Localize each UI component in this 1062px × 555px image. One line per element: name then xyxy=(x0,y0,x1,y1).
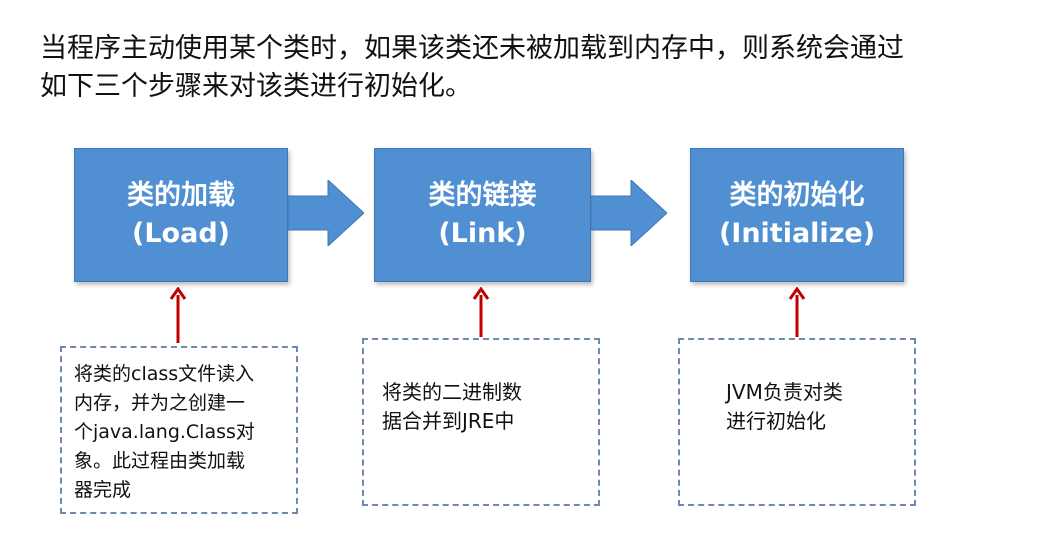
note-load: 将类的class文件读入 内存，并为之创建一 个java.lang.Class对… xyxy=(60,346,298,514)
pointer-arrow-load xyxy=(169,287,187,343)
flow-arrow-load-to-link xyxy=(288,180,364,246)
stage-init-title: 类的初始化 xyxy=(729,180,865,211)
note-load-line: 象。此过程由类加载 xyxy=(74,450,246,472)
note-init-line: JVM负责对类 xyxy=(726,380,843,404)
note-init-line: 进行初始化 xyxy=(726,409,826,433)
intro-line-1: 当程序主动使用某个类时，如果该类还未被加载到内存中，则系统会通过 xyxy=(40,33,904,64)
pointer-arrow-link xyxy=(472,287,490,337)
stage-init-box: 类的初始化 (Initialize) xyxy=(690,148,904,282)
note-load-line: 内存，并为之创建一 xyxy=(74,392,246,414)
stage-load-box: 类的加载 (Load) xyxy=(74,148,288,282)
note-link-line: 将类的二进制数 xyxy=(382,380,522,404)
stage-load-subtitle: (Load) xyxy=(132,218,230,249)
stage-link-box: 类的链接 (Link) xyxy=(374,148,591,282)
pointer-arrow-init xyxy=(788,287,806,337)
intro-line-2: 如下三个步骤来对该类进行初始化。 xyxy=(40,71,472,102)
note-link: 将类的二进制数 据合并到JRE中 xyxy=(362,338,600,506)
note-load-line: 器完成 xyxy=(74,479,132,501)
note-load-line: 将类的class文件读入 xyxy=(74,363,255,385)
stage-link-title: 类的链接 xyxy=(428,180,537,211)
note-link-line: 据合并到JRE中 xyxy=(382,409,515,433)
note-load-line: 个java.lang.Class对 xyxy=(74,421,255,443)
intro-text: 当程序主动使用某个类时，如果该类还未被加载到内存中，则系统会通过 如下三个步骤来… xyxy=(40,30,1040,106)
flow-arrow-link-to-init xyxy=(591,180,667,246)
stage-init-subtitle: (Initialize) xyxy=(718,218,876,249)
note-init: JVM负责对类 进行初始化 xyxy=(678,338,916,506)
stage-link-subtitle: (Link) xyxy=(438,218,527,249)
stage-load-title: 类的加载 xyxy=(127,180,235,211)
